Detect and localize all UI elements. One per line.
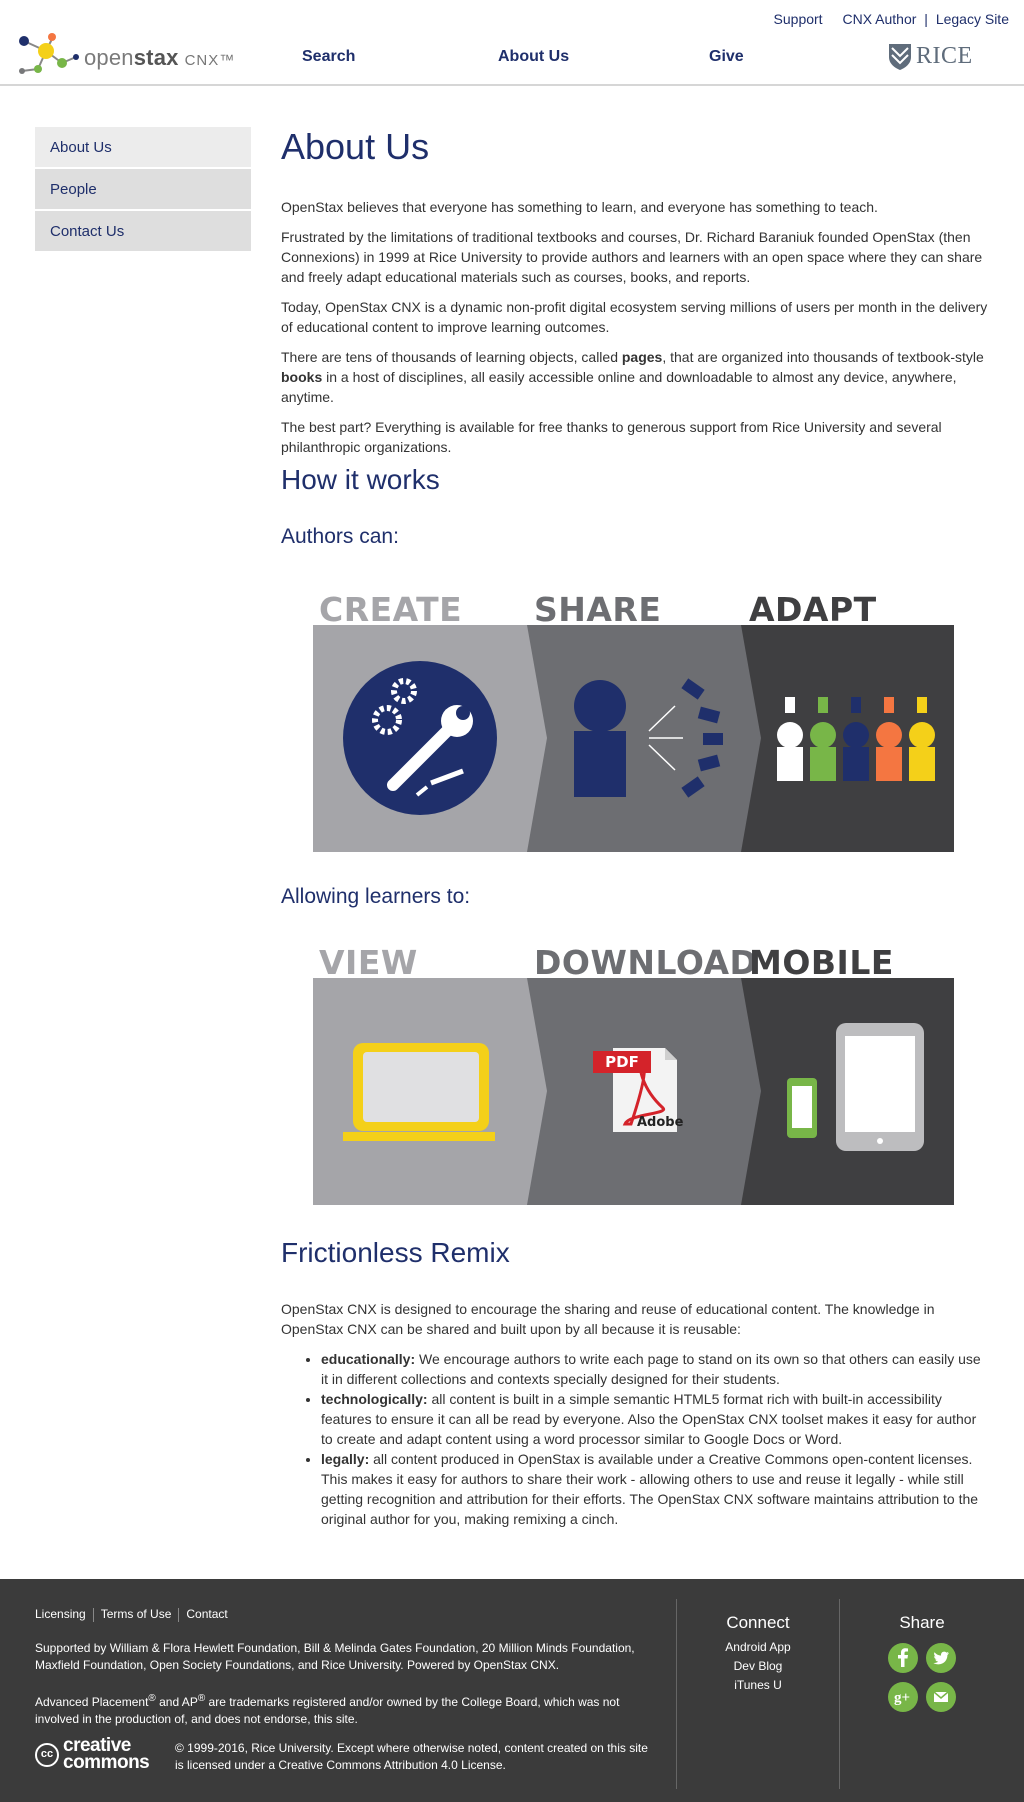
list-item: technologically: all content is built in… bbox=[321, 1389, 991, 1449]
logo-suffix: CNX™ bbox=[184, 52, 236, 69]
terms-of-use-link[interactable]: Terms of Use bbox=[101, 1607, 172, 1621]
logo-wordmark: openstax CNX™ bbox=[84, 45, 235, 71]
how-it-works-heading: How it works bbox=[281, 464, 440, 495]
download-label: DOWNLOAD bbox=[534, 943, 758, 982]
tablet-icon bbox=[836, 1023, 924, 1151]
remix-list: educationally: We encourage authors to w… bbox=[281, 1349, 991, 1529]
smartphone-icon bbox=[787, 1078, 817, 1138]
authors-panels bbox=[313, 625, 954, 852]
envelope-icon bbox=[933, 1691, 949, 1702]
openstax-cnx-logo[interactable]: openstax CNX™ bbox=[16, 31, 234, 75]
legacy-site-link[interactable]: Legacy Site bbox=[936, 11, 1009, 27]
nav-give[interactable]: Give bbox=[709, 48, 744, 66]
dev-blog-link[interactable]: Dev Blog bbox=[677, 1659, 839, 1673]
twitter-share-button[interactable] bbox=[926, 1643, 956, 1673]
list-item: legally: all content produced in OpenSta… bbox=[321, 1449, 991, 1529]
facebook-icon bbox=[898, 1648, 908, 1667]
openstax-molecule-icon bbox=[19, 33, 79, 74]
page-title: About Us bbox=[281, 126, 430, 167]
ap-trademark-text: Advanced Placement® and AP® are trademar… bbox=[35, 1693, 620, 1726]
footer-links: Licensing Terms of Use Contact bbox=[35, 1607, 228, 1622]
pdf-badge: PDF bbox=[593, 1051, 651, 1073]
google-plus-icon: g+ bbox=[894, 1690, 910, 1706]
connect-heading: Connect bbox=[726, 1613, 790, 1632]
support-link[interactable]: Support bbox=[774, 11, 823, 27]
allowing-learners-heading: Allowing learners to: bbox=[281, 885, 471, 908]
email-share-button[interactable] bbox=[926, 1682, 956, 1712]
rice-logo-text[interactable]: RICE bbox=[916, 43, 973, 70]
about-paragraph-3: Today, OpenStax CNX is a dynamic non-pro… bbox=[281, 299, 988, 335]
sidebar-item-about-us[interactable]: About Us bbox=[35, 127, 251, 167]
contact-link[interactable]: Contact bbox=[186, 1607, 227, 1621]
site-footer: Licensing Terms of Use Contact Supported b… bbox=[0, 1579, 1024, 1802]
adobe-label: Adobe bbox=[637, 1115, 684, 1130]
logo-word-open: open bbox=[84, 45, 134, 70]
view-label: VIEW bbox=[319, 943, 418, 982]
copyright-text: © 1999-2016, Rice University. Except whe… bbox=[175, 1741, 648, 1772]
android-app-link[interactable]: Android App bbox=[677, 1640, 839, 1654]
sidebar-item-contact-us[interactable]: Contact Us bbox=[35, 211, 251, 251]
share-heading: Share bbox=[899, 1613, 945, 1632]
cc-wordmark: creative commons bbox=[63, 1735, 150, 1773]
about-paragraph-2: Frustrated by the limitations of traditi… bbox=[281, 229, 983, 285]
facebook-share-button[interactable] bbox=[888, 1643, 918, 1673]
tools-icon bbox=[343, 661, 497, 815]
svg-text:g+: g+ bbox=[894, 1690, 910, 1706]
about-paragraph-4: There are tens of thousands of learning … bbox=[281, 349, 984, 405]
about-paragraph-1: OpenStax believes that everyone has some… bbox=[281, 199, 878, 215]
mobile-label: MOBILE bbox=[749, 943, 894, 982]
list-item: educationally: We encourage authors to w… bbox=[321, 1349, 991, 1389]
twitter-icon bbox=[933, 1651, 949, 1665]
google-plus-share-button[interactable]: g+ bbox=[888, 1682, 918, 1712]
main-content: About Us OpenStax believes that everyone… bbox=[281, 127, 991, 467]
sidebar: About Us People Contact Us bbox=[35, 127, 251, 253]
sidebar-item-people[interactable]: People bbox=[35, 169, 251, 209]
top-links: Support CNX Author | Legacy Site bbox=[774, 11, 1009, 27]
bold-books: books bbox=[281, 369, 323, 385]
nav-about-us[interactable]: About Us bbox=[498, 48, 569, 66]
authors-can-heading: Authors can: bbox=[281, 525, 399, 548]
authors-graphic: CREATE SHARE ADAPT bbox=[313, 590, 954, 852]
link-separator: | bbox=[924, 11, 928, 27]
logo-word-stax: stax bbox=[133, 45, 179, 70]
laptop-icon bbox=[343, 1043, 495, 1141]
learners-graphic: VIEW DOWNLOAD MOBILE PDF Adobe bbox=[313, 943, 954, 1205]
learners-panels bbox=[313, 978, 954, 1205]
frictionless-remix-heading: Frictionless Remix bbox=[281, 1237, 510, 1268]
adapt-label: ADAPT bbox=[749, 590, 877, 629]
remix-section: OpenStax CNX is designed to encourage th… bbox=[281, 1299, 991, 1529]
licensing-link[interactable]: Licensing bbox=[35, 1607, 86, 1621]
site-header: Support CNX Author | Legacy Site opensta… bbox=[0, 0, 1024, 86]
bold-pages: pages bbox=[621, 349, 663, 365]
cc-badge-icon: cc bbox=[35, 1743, 59, 1767]
create-label: CREATE bbox=[319, 590, 463, 629]
cnx-author-link[interactable]: CNX Author bbox=[842, 11, 916, 27]
nav-search[interactable]: Search bbox=[302, 48, 355, 66]
remix-intro: OpenStax CNX is designed to encourage th… bbox=[281, 1301, 935, 1337]
share-label: SHARE bbox=[534, 590, 662, 629]
itunes-u-link[interactable]: iTunes U bbox=[677, 1678, 839, 1692]
rice-shield-icon bbox=[889, 44, 911, 70]
supporters-text: Supported by William & Flora Hewlett Fou… bbox=[35, 1641, 635, 1672]
about-paragraph-5: The best part? Everything is available f… bbox=[281, 419, 942, 455]
